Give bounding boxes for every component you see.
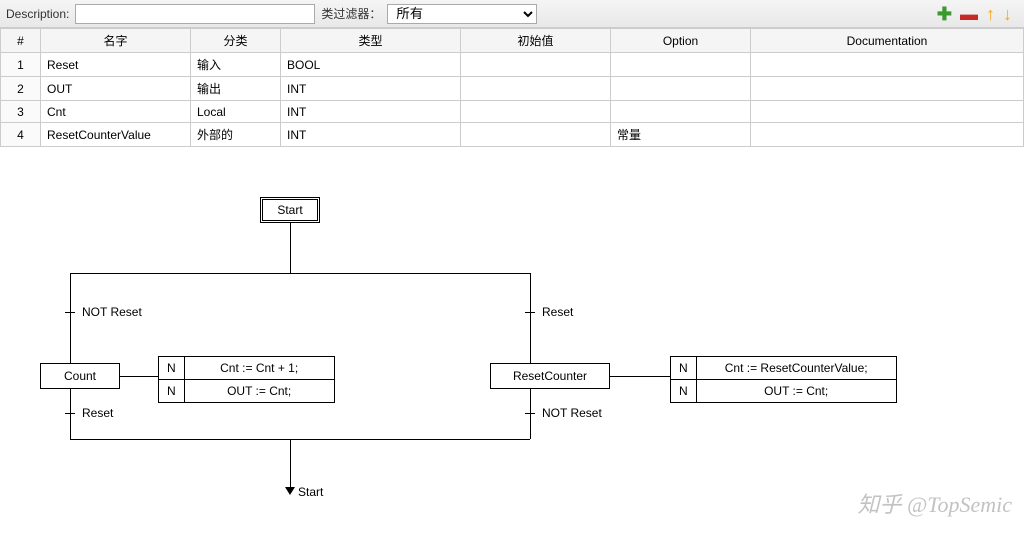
connector [530,273,531,363]
table-header-row: # 名字 分类 类型 初始值 Option Documentation [1,29,1024,53]
remove-icon[interactable]: ▬ [960,5,978,23]
cell-init[interactable] [461,123,611,147]
step-resetcounter[interactable]: ResetCounter [490,363,610,389]
col-type[interactable]: 类型 [281,29,461,53]
connector [290,439,291,489]
cell-init[interactable] [461,53,611,77]
cell-opt[interactable]: 常量 [611,123,751,147]
step-start[interactable]: Start [260,197,320,223]
move-up-icon[interactable]: ↑ [986,5,995,23]
transition-label: NOT Reset [82,305,142,319]
action-block-count[interactable]: NCnt := Cnt + 1; NOUT := Cnt; [158,356,335,403]
filter-label: 类过滤器： [321,5,381,22]
connector [70,273,530,274]
transition-tick [525,312,535,313]
col-init[interactable]: 初始值 [461,29,611,53]
col-cat[interactable]: 分类 [191,29,281,53]
connector [70,439,530,440]
transition-label: Reset [82,406,113,420]
jump-label: Start [298,485,323,499]
cell-idx[interactable]: 2 [1,77,41,101]
col-name[interactable]: 名字 [41,29,191,53]
transition-tick [65,312,75,313]
col-opt[interactable]: Option [611,29,751,53]
cell-idx[interactable]: 1 [1,53,41,77]
cell-doc[interactable] [751,123,1024,147]
description-input[interactable] [75,4,315,24]
variables-table: # 名字 分类 类型 初始值 Option Documentation 1Res… [0,28,1024,147]
cell-init[interactable] [461,77,611,101]
table-row[interactable]: 4ResetCounterValue外部的INT 常量 [1,123,1024,147]
cell-doc[interactable] [751,53,1024,77]
cell-cat[interactable]: 输出 [191,77,281,101]
sfc-diagram: Start NOT Reset Reset Count ResetCounter… [0,197,1024,527]
connector [120,376,158,377]
cell-cat[interactable]: 外部的 [191,123,281,147]
watermark: 知乎 @TopSemic [858,487,1012,519]
move-down-icon[interactable]: ↓ [1003,5,1012,23]
cell-doc[interactable] [751,101,1024,123]
sfc-diagram-pane: Start NOT Reset Reset Count ResetCounter… [0,147,1024,527]
cell-type[interactable]: INT [281,77,461,101]
transition-label: Reset [542,305,573,319]
connector [70,273,71,363]
cell-type[interactable]: BOOL [281,53,461,77]
step-count[interactable]: Count [40,363,120,389]
cell-name[interactable]: Cnt [41,101,191,123]
action-block-resetcounter[interactable]: NCnt := ResetCounterValue; NOUT := Cnt; [670,356,897,403]
col-doc[interactable]: Documentation [751,29,1024,53]
cell-doc[interactable] [751,77,1024,101]
table-row[interactable]: 3CntLocalINT [1,101,1024,123]
transition-label: NOT Reset [542,406,602,420]
cell-idx[interactable]: 3 [1,101,41,123]
cell-name[interactable]: ResetCounterValue [41,123,191,147]
cell-cat[interactable]: Local [191,101,281,123]
description-label: Description: [6,7,69,21]
table-row[interactable]: 2OUT输出INT [1,77,1024,101]
filter-select[interactable]: 所有 [387,4,537,24]
connector [70,389,71,439]
cell-cat[interactable]: 输入 [191,53,281,77]
connector [290,223,291,273]
transition-tick [65,413,75,414]
connector [530,389,531,439]
table-row[interactable]: 1Reset输入BOOL [1,53,1024,77]
arrowhead-icon [285,487,295,495]
cell-name[interactable]: OUT [41,77,191,101]
cell-type[interactable]: INT [281,123,461,147]
cell-opt[interactable] [611,101,751,123]
cell-opt[interactable] [611,53,751,77]
cell-type[interactable]: INT [281,101,461,123]
toolbar-actions: ✚ ▬ ↑ ↓ [937,5,1018,23]
col-idx[interactable]: # [1,29,41,53]
cell-init[interactable] [461,101,611,123]
cell-name[interactable]: Reset [41,53,191,77]
transition-tick [525,413,535,414]
connector [610,376,670,377]
cell-opt[interactable] [611,77,751,101]
toolbar: Description: 类过滤器： 所有 ✚ ▬ ↑ ↓ [0,0,1024,28]
cell-idx[interactable]: 4 [1,123,41,147]
add-icon[interactable]: ✚ [937,5,952,23]
